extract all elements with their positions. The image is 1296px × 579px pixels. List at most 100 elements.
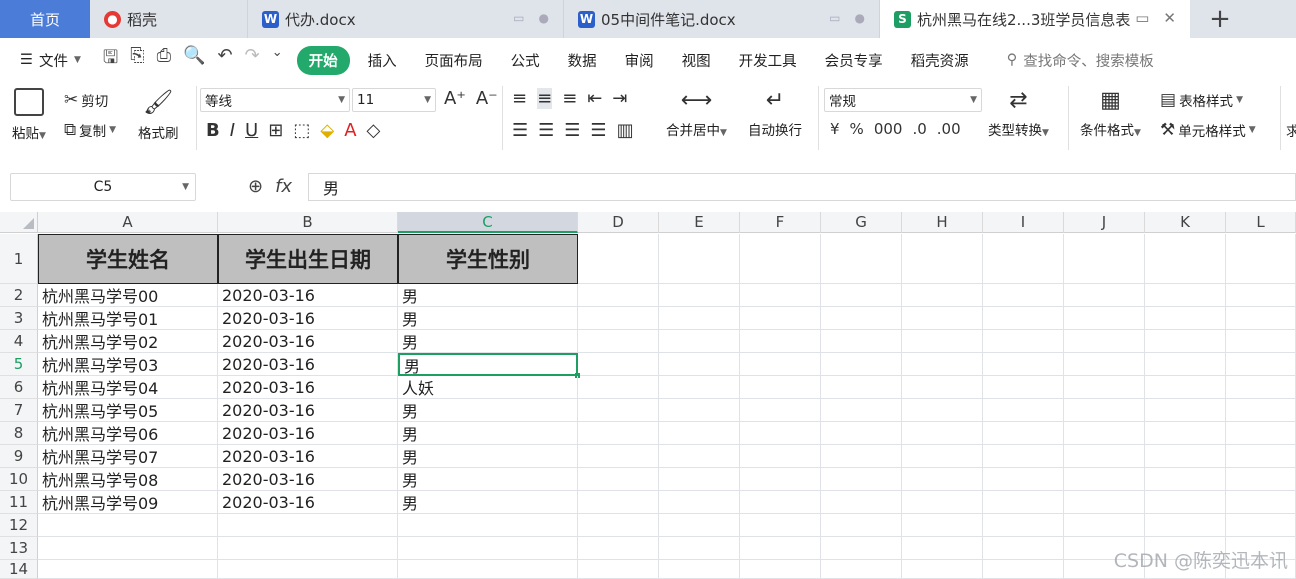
cell[interactable] bbox=[902, 537, 983, 560]
table-cell[interactable]: 杭州黑马学号00 bbox=[38, 284, 218, 307]
fx-icon[interactable]: fx bbox=[275, 176, 292, 197]
cell[interactable] bbox=[1145, 307, 1226, 330]
cell[interactable] bbox=[740, 330, 821, 353]
currency-icon[interactable]: ¥ bbox=[830, 120, 840, 138]
table-cell[interactable]: 2020-03-16 bbox=[218, 491, 398, 514]
cell[interactable] bbox=[902, 399, 983, 422]
cell[interactable] bbox=[1145, 491, 1226, 514]
cell[interactable] bbox=[578, 445, 659, 468]
monitor-icon[interactable]: ▭ bbox=[829, 11, 840, 25]
cell[interactable] bbox=[983, 353, 1064, 376]
merge-center-button[interactable]: ⟷ 合并居中▼ bbox=[666, 88, 727, 139]
table-cell[interactable]: 人妖 bbox=[398, 376, 578, 399]
table-cell[interactable]: 2020-03-16 bbox=[218, 330, 398, 353]
cell[interactable] bbox=[1064, 284, 1145, 307]
cell[interactable] bbox=[821, 307, 902, 330]
row-header-6[interactable]: 6 bbox=[0, 376, 38, 399]
cell-style-button[interactable]: ⚒ 单元格样式 ▼ bbox=[1160, 120, 1256, 140]
command-search[interactable]: ⚲ 查找命令、搜索模板 bbox=[983, 50, 1154, 71]
cell[interactable] bbox=[740, 307, 821, 330]
align-bottom-icon[interactable]: ≡ bbox=[562, 88, 577, 109]
tab-spreadsheet[interactable]: S 杭州黑马在线2...3班学员信息表 ▭ ✕ bbox=[880, 0, 1190, 38]
cell[interactable] bbox=[659, 422, 740, 445]
tab-home[interactable]: 首页 bbox=[0, 0, 90, 38]
dot-icon[interactable]: ● bbox=[855, 11, 865, 25]
cut-button[interactable]: ✂ 剪切 bbox=[64, 90, 108, 110]
cell[interactable] bbox=[578, 330, 659, 353]
table-cell[interactable]: 男 bbox=[398, 468, 578, 491]
cell[interactable] bbox=[821, 537, 902, 560]
dot-icon[interactable]: ● bbox=[539, 11, 549, 25]
align-center-icon[interactable]: ☰ bbox=[538, 120, 554, 141]
cell[interactable] bbox=[740, 399, 821, 422]
cell[interactable] bbox=[1226, 353, 1296, 376]
cell[interactable] bbox=[902, 445, 983, 468]
cell[interactable] bbox=[902, 234, 983, 284]
cell[interactable] bbox=[1226, 307, 1296, 330]
cell[interactable] bbox=[821, 514, 902, 537]
cell[interactable] bbox=[1064, 514, 1145, 537]
cell[interactable] bbox=[398, 514, 578, 537]
percent-icon[interactable]: % bbox=[850, 120, 864, 138]
formula-input[interactable]: 男 bbox=[308, 173, 1296, 201]
row-header-2[interactable]: 2 bbox=[0, 284, 38, 307]
cell[interactable] bbox=[821, 422, 902, 445]
align-top-icon[interactable]: ≡ bbox=[512, 88, 527, 109]
table-cell[interactable]: 2020-03-16 bbox=[218, 376, 398, 399]
table-cell[interactable]: 2020-03-16 bbox=[218, 399, 398, 422]
column-header-c[interactable]: C bbox=[398, 212, 578, 233]
new-tab-plus-icon[interactable]: + bbox=[1190, 0, 1250, 38]
name-box[interactable]: C5 ▼ bbox=[10, 173, 196, 201]
cell[interactable] bbox=[578, 353, 659, 376]
cell[interactable] bbox=[740, 353, 821, 376]
cell[interactable] bbox=[1226, 514, 1296, 537]
cell[interactable] bbox=[659, 514, 740, 537]
cell[interactable] bbox=[578, 422, 659, 445]
align-middle-icon[interactable]: ≡ bbox=[537, 88, 553, 109]
cell[interactable] bbox=[983, 468, 1064, 491]
cell[interactable] bbox=[1145, 445, 1226, 468]
align-right-icon[interactable]: ☰ bbox=[564, 120, 580, 141]
cell[interactable] bbox=[821, 445, 902, 468]
border-icon[interactable]: ⊞ bbox=[268, 120, 283, 141]
cell[interactable] bbox=[740, 491, 821, 514]
cell[interactable] bbox=[1145, 376, 1226, 399]
increase-decimal-icon[interactable]: .0 bbox=[912, 120, 926, 138]
row-header-3[interactable]: 3 bbox=[0, 307, 38, 330]
table-cell[interactable]: 男 bbox=[398, 307, 578, 330]
close-icon[interactable]: ✕ bbox=[1163, 9, 1176, 27]
tab-todo-doc[interactable]: W 代办.docx ▭ ● bbox=[248, 0, 564, 38]
cell[interactable] bbox=[218, 514, 398, 537]
cell[interactable] bbox=[902, 491, 983, 514]
cell[interactable] bbox=[821, 560, 902, 579]
cell[interactable] bbox=[578, 307, 659, 330]
print-preview-icon[interactable]: 🔍 bbox=[183, 45, 205, 75]
indent-icon[interactable]: ⇥ bbox=[612, 88, 627, 109]
table-cell[interactable]: 杭州黑马学号03 bbox=[38, 353, 218, 376]
cell[interactable] bbox=[740, 514, 821, 537]
cell[interactable] bbox=[1064, 491, 1145, 514]
cell[interactable] bbox=[983, 560, 1064, 579]
cell[interactable] bbox=[1226, 284, 1296, 307]
cell[interactable] bbox=[1145, 422, 1226, 445]
row-header-1[interactable]: 1 bbox=[0, 234, 38, 284]
paste-button[interactable]: 粘贴▼ bbox=[12, 88, 46, 142]
cell[interactable] bbox=[578, 514, 659, 537]
table-cell[interactable]: 2020-03-16 bbox=[218, 353, 398, 376]
cell[interactable] bbox=[902, 307, 983, 330]
table-cell[interactable]: 男 bbox=[398, 330, 578, 353]
font-size-select[interactable]: 11 ▼ bbox=[352, 88, 436, 112]
table-cell[interactable]: 杭州黑马学号02 bbox=[38, 330, 218, 353]
cell[interactable] bbox=[38, 560, 218, 579]
cell[interactable] bbox=[659, 537, 740, 560]
cell[interactable] bbox=[578, 491, 659, 514]
cell[interactable] bbox=[1064, 353, 1145, 376]
cell[interactable] bbox=[398, 537, 578, 560]
cell[interactable] bbox=[1226, 399, 1296, 422]
cell[interactable] bbox=[821, 399, 902, 422]
number-format-select[interactable]: 常规 ▼ bbox=[824, 88, 982, 112]
table-cell[interactable]: 2020-03-16 bbox=[218, 468, 398, 491]
cell[interactable] bbox=[1064, 376, 1145, 399]
column-header-h[interactable]: H bbox=[902, 212, 983, 233]
highlight-icon[interactable]: ⬙ bbox=[320, 120, 334, 141]
